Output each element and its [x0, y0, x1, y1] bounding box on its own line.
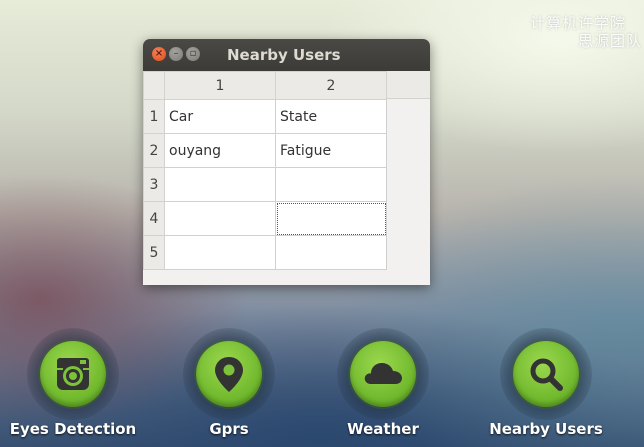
row-header[interactable]: 1 [143, 99, 165, 134]
table-cell[interactable]: ouyang [164, 133, 276, 168]
dock-item-gprs[interactable]: Gprs [164, 328, 294, 438]
dock-ring [27, 328, 119, 420]
window-title: Nearby Users [227, 46, 341, 64]
camera-icon [57, 358, 89, 390]
table-cell-focused[interactable] [275, 201, 387, 236]
dock-label: Nearby Users [489, 420, 603, 438]
table-row: 4 [143, 201, 387, 236]
table-cell[interactable]: Car [164, 99, 276, 134]
table-row: 3 [143, 167, 387, 202]
map-pin-icon [215, 357, 243, 392]
header-row: 1 2 [143, 71, 387, 100]
dock-ring [183, 328, 275, 420]
watermark: 计算机许学院 思源团队 [482, 14, 642, 50]
dock-item-nearby-users[interactable]: Nearby Users [481, 328, 611, 438]
dock-label: Eyes Detection [9, 420, 137, 438]
row-header[interactable]: 5 [143, 235, 165, 270]
dock-item-eyes-detection[interactable]: Eyes Detection [8, 328, 138, 438]
column-header[interactable]: 1 [164, 71, 276, 100]
watermark-line-1: 计算机许学院 [529, 14, 626, 32]
minimize-button[interactable]: – [169, 47, 183, 61]
nearby-users-button[interactable] [513, 341, 579, 407]
table-cell[interactable] [164, 235, 276, 270]
row-header[interactable]: 4 [143, 201, 165, 236]
weather-button[interactable] [350, 341, 416, 407]
cloud-icon [364, 363, 402, 384]
row-header[interactable]: 2 [143, 133, 165, 168]
table-cell[interactable] [275, 167, 387, 202]
table-cell[interactable] [164, 167, 276, 202]
dock-ring [337, 328, 429, 420]
table-row: 1 Car State [143, 99, 387, 134]
table-widget[interactable]: 1 2 1 Car State 2 ouyang Fatigue 3 4 5 [143, 71, 430, 285]
maximize-button[interactable]: ▫ [186, 47, 200, 61]
table-cell[interactable] [275, 235, 387, 270]
close-button[interactable]: × [152, 47, 166, 61]
table-cell[interactable]: Fatigue [275, 133, 387, 168]
dock-item-weather[interactable]: Weather [318, 328, 448, 438]
table-cell[interactable]: State [275, 99, 387, 134]
nearby-users-window: × – ▫ Nearby Users 1 2 1 Car State 2 ouy… [143, 39, 430, 285]
corner-button[interactable] [143, 71, 165, 100]
dock-ring [500, 328, 592, 420]
table-row: 2 ouyang Fatigue [143, 133, 387, 168]
watermark-line-2: 思源团队 [577, 32, 642, 50]
dock-label: Gprs [209, 420, 249, 438]
row-header[interactable]: 3 [143, 167, 165, 202]
table-cell[interactable] [164, 201, 276, 236]
table-row: 5 [143, 235, 387, 270]
header-filler [386, 71, 430, 99]
eyes-detection-button[interactable] [40, 341, 106, 407]
window-titlebar[interactable]: × – ▫ Nearby Users [143, 39, 430, 71]
column-header[interactable]: 2 [275, 71, 387, 100]
users-table: 1 2 1 Car State 2 ouyang Fatigue 3 4 5 [143, 71, 387, 270]
dock-label: Weather [347, 420, 419, 438]
search-icon [530, 358, 563, 391]
gprs-button[interactable] [196, 341, 262, 407]
